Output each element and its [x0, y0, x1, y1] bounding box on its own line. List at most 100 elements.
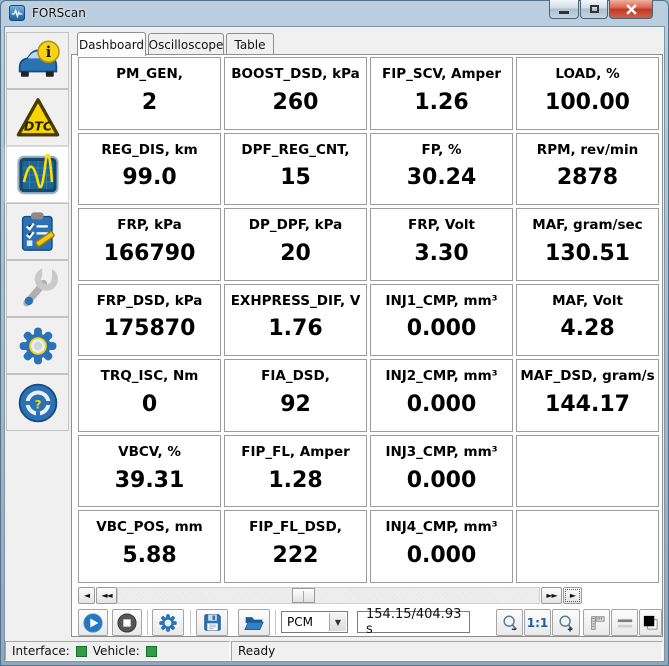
- pid-cell[interactable]: REG_DIS, km99.0: [78, 133, 221, 206]
- color-picker-button[interactable]: [639, 609, 662, 636]
- gear-icon: [15, 325, 61, 367]
- playback-time-field[interactable]: 154.15/404.93 s: [357, 611, 470, 633]
- pid-value: 3.30: [414, 233, 468, 280]
- pid-cell[interactable]: MAF, Volt4.28: [516, 284, 659, 357]
- pid-label: FRP, Volt: [408, 217, 475, 233]
- pid-cell[interactable]: FRP, kPa166790: [78, 208, 221, 281]
- pid-cell[interactable]: DPF_REG_CNT,15: [224, 133, 367, 206]
- wrench-icon: [15, 268, 61, 310]
- pid-label: DPF_REG_CNT,: [241, 142, 349, 158]
- pid-cell[interactable]: LOAD, %100.00: [516, 57, 659, 130]
- pid-cell[interactable]: TRQ_ISC, Nm0: [78, 359, 221, 432]
- pid-label: MAF_DSD, gram/s: [520, 368, 654, 384]
- pid-cell[interactable]: INJ1_CMP, mm³0.000: [370, 284, 513, 357]
- pid-cell[interactable]: INJ4_CMP, mm³0.000: [370, 510, 513, 583]
- interface-status-led: [76, 646, 87, 657]
- pid-cell[interactable]: FRP_DSD, kPa175870: [78, 284, 221, 357]
- pid-cell[interactable]: DP_DPF, kPa20: [224, 208, 367, 281]
- pid-cell[interactable]: FIP_FL_DSD,222: [224, 510, 367, 583]
- pid-label: FP, %: [422, 142, 462, 158]
- sidebar-item-vehicle-info[interactable]: i: [6, 32, 69, 89]
- tab-oscilloscope[interactable]: Oscilloscope: [148, 33, 224, 55]
- module-select[interactable]: PCM ▼: [281, 611, 348, 633]
- pid-value: 130.51: [545, 233, 630, 280]
- svg-text:DTC: DTC: [23, 118, 52, 133]
- interface-label: Interface:: [12, 644, 70, 658]
- pid-cell[interactable]: FP, %30.24: [370, 133, 513, 206]
- sidebar-item-service[interactable]: [6, 260, 69, 317]
- pid-label: FIP_FL_DSD,: [249, 519, 342, 535]
- scroll-page-left-button[interactable]: ◄◄: [96, 587, 117, 604]
- pid-value: 99.0: [122, 158, 176, 205]
- stop-button[interactable]: [112, 609, 142, 636]
- tab-label: Dashboard: [79, 38, 144, 52]
- pid-cell-empty[interactable]: [516, 435, 659, 508]
- pid-label: MAF, gram/sec: [532, 217, 642, 233]
- pid-cell[interactable]: BOOST_DSD, kPa260: [224, 57, 367, 130]
- chevron-down-icon[interactable]: ▼: [329, 613, 346, 631]
- line-style-button[interactable]: [611, 609, 638, 636]
- pid-label: PM_GEN,: [116, 66, 183, 82]
- pid-cell[interactable]: EXHPRESS_DIF, V1.76: [224, 284, 367, 357]
- pid-value: 0: [142, 384, 157, 431]
- pid-value: 144.17: [545, 384, 630, 431]
- pid-cell[interactable]: INJ3_CMP, mm³0.000: [370, 435, 513, 508]
- scroll-step-left-button[interactable]: ◄: [78, 587, 95, 604]
- open-log-button[interactable]: [238, 609, 270, 636]
- pid-label: DP_DPF, kPa: [249, 217, 342, 233]
- pid-label: FIA_DSD,: [261, 368, 330, 384]
- pid-value: 166790: [104, 233, 196, 280]
- folder-icon: [244, 614, 264, 632]
- scrollbar-thumb[interactable]: [292, 588, 315, 603]
- pid-value: 1.28: [268, 460, 322, 507]
- pid-cell[interactable]: FRP, Volt3.30: [370, 208, 513, 281]
- zoom-reset-button[interactable]: 1:1: [524, 609, 551, 636]
- arrow-left-icon: ◄: [84, 591, 89, 600]
- sidebar-item-tests[interactable]: [6, 203, 69, 260]
- pid-label: BOOST_DSD, kPa: [231, 66, 360, 82]
- save-log-button[interactable]: [196, 609, 228, 636]
- pid-value: 0.000: [407, 309, 477, 356]
- ruler-icon: [588, 614, 606, 632]
- scrollbar-track[interactable]: [117, 587, 540, 604]
- pid-cell[interactable]: MAF_DSD, gram/s144.17: [516, 359, 659, 432]
- double-arrow-left-icon: ◄◄: [101, 591, 111, 600]
- sidebar-item-oscilloscope[interactable]: [6, 146, 69, 203]
- maximize-button[interactable]: [580, 0, 608, 19]
- pid-label: RPM, rev/min: [537, 142, 638, 158]
- pid-value: 30.24: [407, 158, 477, 205]
- pid-value: 39.31: [115, 460, 185, 507]
- zoom-out-button[interactable]: [496, 609, 523, 636]
- play-button[interactable]: [78, 609, 108, 636]
- zoom-in-button[interactable]: [552, 609, 580, 636]
- pid-cell[interactable]: MAF, gram/sec130.51: [516, 208, 659, 281]
- zoom-in-icon: [557, 614, 575, 632]
- svg-text:?: ?: [34, 397, 41, 411]
- record-settings-button[interactable]: [152, 609, 184, 636]
- tab-dashboard[interactable]: Dashboard: [77, 32, 146, 56]
- pid-cell[interactable]: FIA_DSD,92: [224, 359, 367, 432]
- pid-cell[interactable]: PM_GEN,2: [78, 57, 221, 130]
- tab-table[interactable]: Table: [226, 33, 274, 55]
- sidebar-item-settings[interactable]: [6, 317, 69, 374]
- pid-label: LOAD, %: [555, 66, 619, 82]
- measure-button[interactable]: [583, 609, 610, 636]
- help-wheel-icon: ?: [15, 382, 61, 424]
- pid-cell[interactable]: FIP_SCV, Amper1.26: [370, 57, 513, 130]
- pid-label: FRP_DSD, kPa: [97, 293, 203, 309]
- pid-cell[interactable]: VBCV, %39.31: [78, 435, 221, 508]
- pid-cell[interactable]: RPM, rev/min2878: [516, 133, 659, 206]
- car-info-icon: i: [15, 40, 61, 82]
- pid-cell[interactable]: VBC_POS, mm5.88: [78, 510, 221, 583]
- pid-cell-empty[interactable]: [516, 510, 659, 583]
- pid-cell[interactable]: FIP_FL, Amper1.28: [224, 435, 367, 508]
- pid-cell[interactable]: INJ2_CMP, mm³0.000: [370, 359, 513, 432]
- sidebar-item-help[interactable]: ?: [6, 374, 69, 431]
- pid-value: 15: [280, 158, 311, 205]
- sidebar-item-dtc[interactable]: DTC: [6, 89, 69, 146]
- checklist-icon: [15, 211, 61, 253]
- scroll-step-right-button[interactable]: ►: [563, 587, 582, 604]
- minimize-button[interactable]: [549, 0, 579, 19]
- scroll-page-right-button[interactable]: ►►: [541, 587, 562, 604]
- close-button[interactable]: [609, 0, 653, 19]
